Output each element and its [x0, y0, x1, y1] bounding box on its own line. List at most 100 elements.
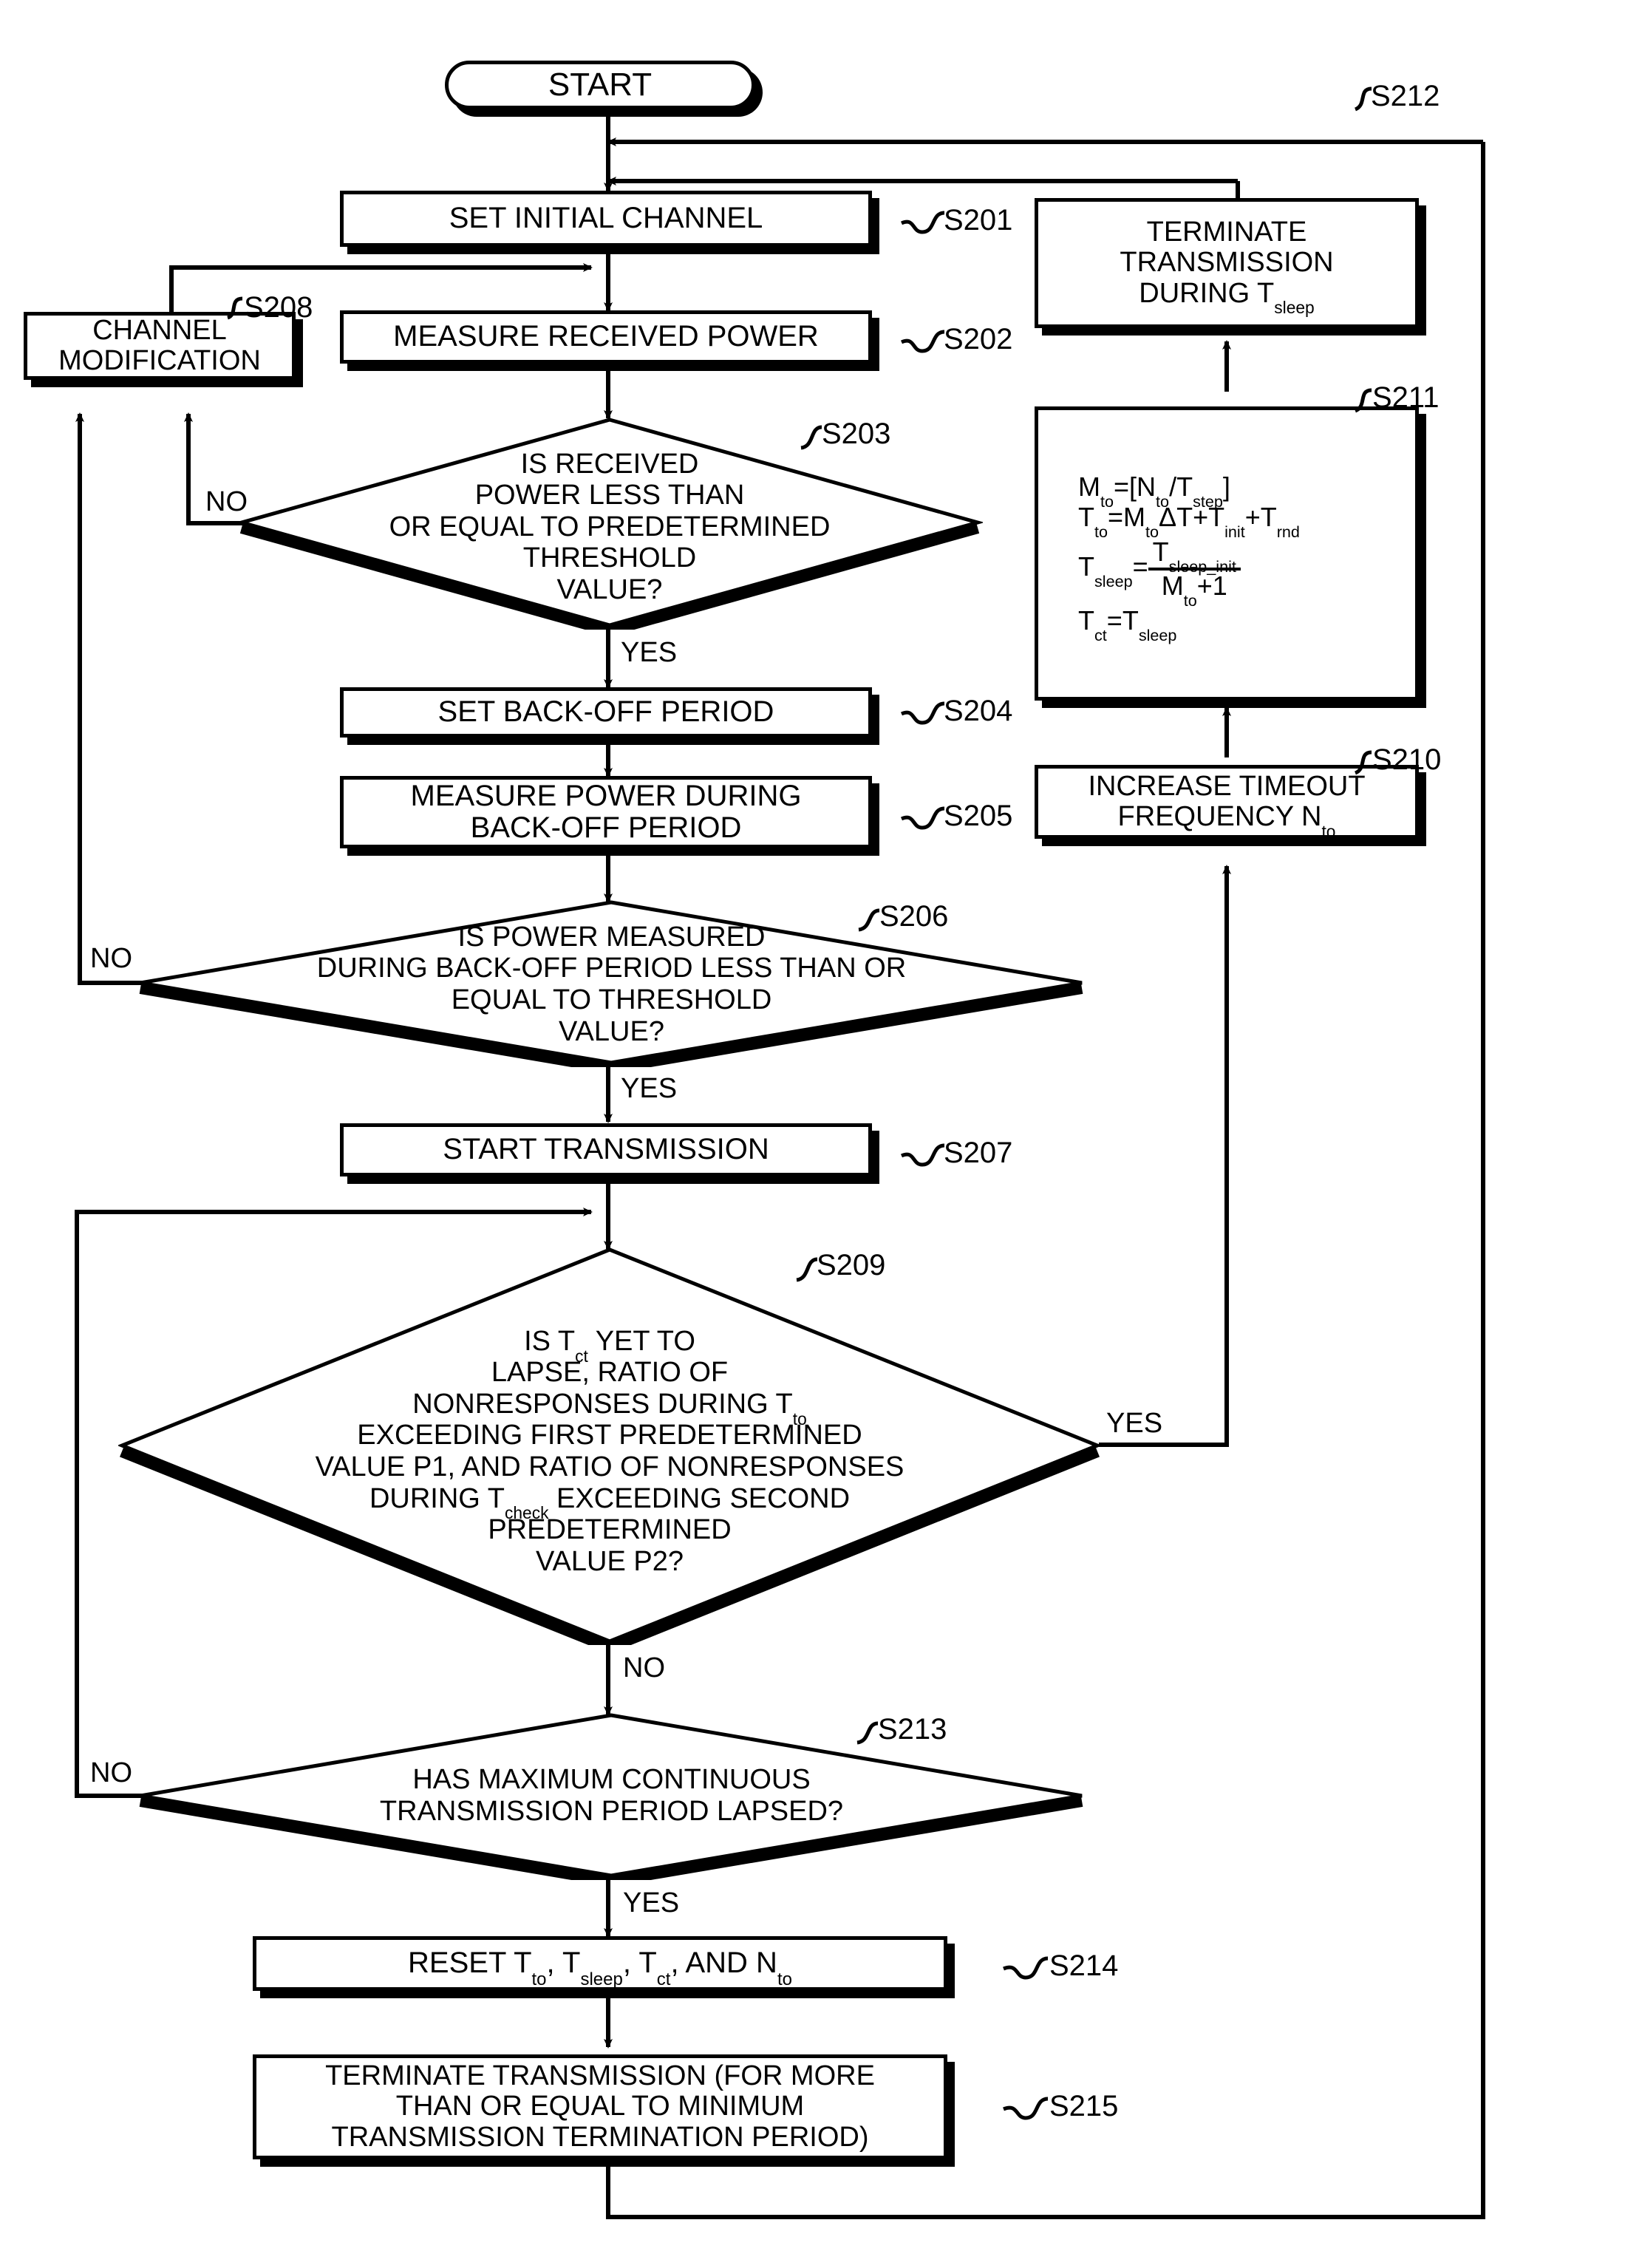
s209-line2: LAPSE, RATIO OF: [491, 1357, 729, 1389]
s204-label: SET BACK-OFF PERIOD: [437, 695, 774, 729]
s213-line1: HAS MAXIMUM CONTINUOUS: [412, 1764, 811, 1796]
s206-no-label: NO: [90, 943, 132, 974]
s201-label: SET INITIAL CHANNEL: [449, 202, 763, 235]
s210-step: S210: [1372, 743, 1442, 776]
s212-line2: TRANSMISSION: [1120, 247, 1334, 279]
s206-yes-label: YES: [621, 1073, 678, 1104]
s214-dsub: to: [777, 1969, 792, 1990]
s209-no-label: NO: [623, 1652, 665, 1683]
s209-line1b: ct: [575, 1346, 588, 1366]
s214-leader: [1003, 1956, 1049, 1980]
s211-eq3: Tsleep= Tsleep_init Mto+1: [1078, 537, 1411, 608]
s213-leader: [856, 1721, 879, 1745]
s210-line2a: FREQUENCY N: [1117, 801, 1322, 832]
s206-step: S206: [879, 900, 949, 933]
s214-csub: ct: [656, 1969, 671, 1990]
s212-line1: TERMINATE: [1146, 217, 1307, 248]
s203-line3: OR EQUAL TO PREDETERMINED: [389, 511, 831, 542]
s215-step: S215: [1049, 2090, 1119, 2122]
s214-b: , T: [546, 1947, 581, 1980]
s209-line1a: IS T: [524, 1325, 576, 1357]
s209-line3b: to: [792, 1409, 807, 1428]
s208-step: S208: [244, 291, 313, 324]
s201-leader: [900, 211, 945, 234]
s213-no-label: NO: [90, 1757, 132, 1788]
s207-leader: [900, 1143, 945, 1167]
s203-line1: IS RECEIVED: [520, 448, 699, 480]
s214-d: , AND N: [670, 1947, 777, 1980]
s206-line4: VALUE?: [559, 1015, 664, 1047]
s212-step: S212: [1371, 80, 1440, 112]
s214-step: S214: [1049, 1949, 1119, 1982]
s211-eq4: Tct=Tsleep: [1078, 605, 1177, 645]
s206-line2: DURING BACK-OFF PERIOD LESS THAN OR: [316, 953, 907, 984]
s212-leader: [1354, 86, 1372, 112]
start-label: START: [548, 67, 653, 103]
s204-step: S204: [944, 695, 1013, 727]
s205-box: MEASURE POWER DURING BACK-OFF PERIOD: [340, 776, 872, 848]
s203-line5: VALUE?: [556, 573, 663, 605]
s209-line1c: YET TO: [587, 1325, 695, 1357]
s203-line2: POWER LESS THAN: [474, 480, 745, 511]
start-terminator: START: [445, 61, 755, 109]
s209-line4: EXCEEDING FIRST PREDETERMINED: [357, 1420, 862, 1451]
s214-bsub: sleep: [580, 1969, 623, 1990]
s215-box: TERMINATE TRANSMISSION (FOR MORE THAN OR…: [253, 2054, 947, 2159]
s214-box: RESET Tto, Tsleep, Tct, AND Nto: [253, 1936, 947, 1991]
s213-step: S213: [878, 1713, 947, 1746]
s204-leader: [900, 701, 945, 725]
s211-box: Mto=[Nto/Tstep] Tto=MtoΔT+Tinit+Trnd Tsl…: [1035, 406, 1419, 701]
s209-line8: VALUE P2?: [536, 1545, 684, 1577]
s202-leader: [900, 330, 945, 353]
s212-box: TERMINATE TRANSMISSION DURING Tsleep: [1035, 198, 1419, 328]
s208-leader: [226, 296, 243, 320]
s203-line4: THRESHOLD: [522, 542, 697, 574]
s202-step: S202: [944, 323, 1013, 355]
s206-line3: EQUAL TO THRESHOLD: [451, 984, 772, 1015]
s207-label: START TRANSMISSION: [443, 1133, 769, 1166]
s213-line2: TRANSMISSION PERIOD LAPSED?: [379, 1796, 844, 1827]
s205-line2: BACK-OFF PERIOD: [470, 811, 742, 844]
s202-box: MEASURE RECEIVED POWER: [340, 310, 872, 364]
s209-leader: [796, 1257, 818, 1282]
s210-leader: [1354, 750, 1372, 775]
s215-leader: [1003, 2097, 1049, 2120]
s215-line1: TERMINATE TRANSMISSION (FOR MORE: [325, 2060, 875, 2092]
s203-yes-label: YES: [621, 637, 678, 668]
s215-line3: TRANSMISSION TERMINATION PERIOD): [331, 2121, 869, 2153]
s209-line6b: check: [504, 1503, 549, 1523]
s205-leader: [900, 806, 945, 830]
s212-line3b: sleep: [1274, 298, 1315, 318]
s203-step: S203: [822, 418, 891, 450]
s208-line2: MODIFICATION: [58, 345, 261, 376]
s212-line3a: DURING T: [1139, 277, 1275, 309]
s201-box: SET INITIAL CHANNEL: [340, 191, 872, 247]
s209-line6c: EXCEEDING SECOND: [548, 1482, 851, 1514]
s203-leader: [800, 425, 822, 450]
s205-line1: MEASURE POWER DURING: [410, 779, 802, 812]
s209-step: S209: [817, 1249, 886, 1281]
s209-line6a: DURING T: [369, 1482, 505, 1514]
s211-leader: [1354, 388, 1372, 413]
s209-line5: VALUE P1, AND RATIO OF NONRESPONSES: [315, 1451, 905, 1482]
s211-eq1: Mto=[Nto/Tstep]: [1078, 471, 1230, 511]
s204-box: SET BACK-OFF PERIOD: [340, 687, 872, 738]
s206-leader: [858, 908, 880, 932]
s209-line3a: NONRESPONSES DURING T: [412, 1388, 793, 1420]
s211-eq2: Tto=MtoΔT+Tinit+Trnd: [1078, 501, 1300, 541]
s205-step: S205: [944, 800, 1013, 832]
s203-no-label: NO: [205, 486, 248, 517]
s207-box: START TRANSMISSION: [340, 1123, 872, 1176]
s209-decision: IS Tct YET TO LAPSE, RATIO OF NONRESPONS…: [117, 1246, 1103, 1653]
s207-step: S207: [944, 1137, 1013, 1169]
s206-line1: IS POWER MEASURED: [457, 921, 766, 953]
s213-yes-label: YES: [623, 1887, 680, 1918]
s214-c: , T: [622, 1947, 657, 1980]
s201-step: S201: [944, 204, 1013, 236]
s209-yes-label: YES: [1106, 1408, 1163, 1439]
s214-asub: to: [531, 1969, 547, 1990]
s214-a: RESET T: [408, 1947, 532, 1980]
s202-label: MEASURE RECEIVED POWER: [393, 320, 819, 353]
flowchart-canvas: START SET INITIAL CHANNEL S201 MEASURE R…: [0, 0, 1625, 2268]
s210-line2b: to: [1321, 821, 1336, 841]
